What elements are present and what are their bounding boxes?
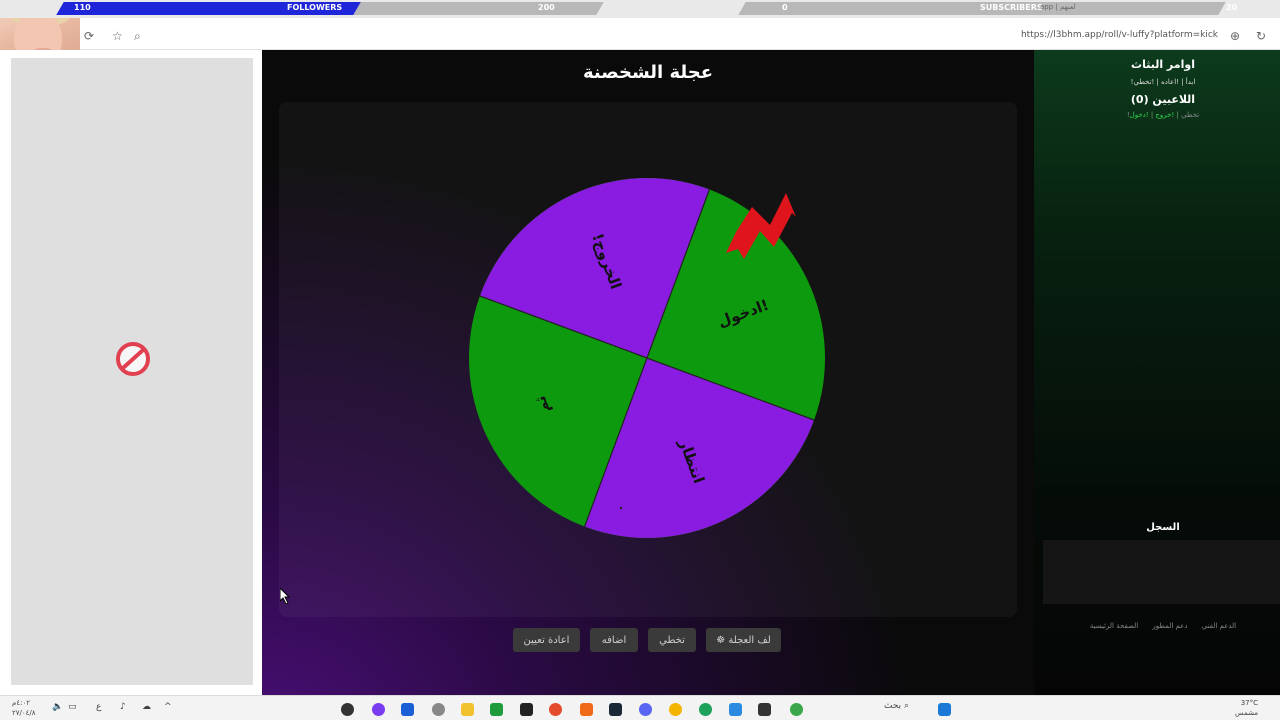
- spin-wheel-button[interactable]: ☸ لف العجلة: [706, 628, 781, 652]
- browser-toolbar: ⟳ ☆ ⌕ https://l3bhm.app/roll/v-luffy?pla…: [80, 22, 1280, 50]
- lock-icon[interactable]: ⊕: [1230, 29, 1240, 43]
- log-box: [1043, 540, 1280, 604]
- followers-label: FOLLOWERS: [287, 3, 343, 12]
- subscribers-label: SUBSCRIBERS: [980, 3, 1043, 12]
- subscribers-current: 0: [782, 3, 788, 12]
- search-icon: ⌕: [904, 701, 910, 711]
- mouse-cursor-icon: [280, 588, 291, 604]
- app-icon-7[interactable]: [758, 703, 771, 716]
- enter-command: !دخول: [1129, 111, 1149, 119]
- app-icon-5[interactable]: [669, 703, 682, 716]
- support-link[interactable]: الدعم الفني: [1202, 622, 1236, 630]
- reset-button[interactable]: اعادة تعيين: [513, 628, 580, 652]
- discord-icon[interactable]: [639, 703, 652, 716]
- star-icon[interactable]: ☆: [112, 29, 123, 43]
- tray-clock-time: ٤:٠٢م: [12, 699, 30, 707]
- no-entry-icon: [116, 342, 150, 376]
- control-buttons: ☸ لف العجلة تخطي اضافه اعادة تعيين: [262, 628, 1034, 654]
- windows-start-icon[interactable]: [938, 703, 951, 716]
- chrome-icon[interactable]: [549, 703, 562, 716]
- app-icon-3[interactable]: [401, 703, 414, 716]
- player-commands: !تخطي | !خروج | !دخول: [1126, 111, 1200, 119]
- panel-footer: الدعم الفني دعم المطور الصفحة الرئيسية: [1034, 622, 1280, 630]
- add-button[interactable]: اضافه: [590, 628, 638, 652]
- skip-button[interactable]: تخطي: [648, 628, 696, 652]
- edge-icon[interactable]: [699, 703, 712, 716]
- home-link[interactable]: الصفحة الرئيسية: [1090, 622, 1138, 630]
- volume-icon[interactable]: 🔈: [52, 702, 63, 712]
- stream-goal-bar: 110 FOLLOWERS 200 0 SUBSCRIBERS 20 app |…: [0, 0, 1280, 18]
- followers-goal: 200: [538, 3, 555, 12]
- mic-icon[interactable]: ♪: [120, 702, 126, 712]
- panel-heading: اوامر البثاث: [1131, 58, 1195, 71]
- commands-panel: اوامر البثاث !ابدأ | !اعاده | !تخطي اللا…: [1034, 50, 1280, 695]
- app-icon-6[interactable]: [729, 703, 742, 716]
- app-icon-1[interactable]: [341, 703, 354, 716]
- settings-icon[interactable]: [432, 703, 445, 716]
- developer-link[interactable]: دعم المطور: [1152, 622, 1187, 630]
- language-icon[interactable]: ع: [96, 702, 101, 712]
- reload-icon[interactable]: ↻: [1256, 29, 1266, 43]
- folder-icon[interactable]: [461, 703, 474, 716]
- spin-wheel[interactable]: ادخول! انتظار ثم !الخروج: [468, 177, 826, 539]
- app-icon-8[interactable]: [790, 703, 803, 716]
- display-icon[interactable]: ▭: [68, 702, 77, 712]
- log-title: السجل: [1146, 522, 1180, 533]
- wheel-app: عجلة الشخصنة ادخول! انتظار ثم !الخروج ☸ …: [262, 50, 1034, 695]
- weather-temp: 37°C: [1240, 699, 1258, 707]
- epic-icon[interactable]: [520, 703, 533, 716]
- exit-command: !خروج: [1155, 111, 1175, 119]
- spin-icon: ☸: [716, 634, 729, 646]
- xbox-icon[interactable]: [490, 703, 503, 716]
- weather-status: مشمس: [1235, 709, 1258, 717]
- app-icon-4[interactable]: [580, 703, 593, 716]
- cloud-icon[interactable]: ☁: [142, 702, 151, 712]
- tray-clock-date: ٢٧/٠٤/٨: [12, 709, 36, 717]
- address-bar[interactable]: https://l3bhm.app/roll/v-luffy?platform=…: [1021, 30, 1218, 40]
- followers-current: 110: [74, 3, 91, 12]
- taskbar-search[interactable]: بحث ⌕: [884, 701, 909, 711]
- search-icon[interactable]: ⌕: [134, 29, 141, 44]
- app-icon-2[interactable]: [372, 703, 385, 716]
- page-title: عجلة الشخصنة: [582, 62, 714, 83]
- taskbar: ٤:٠٢م ٢٧/٠٤/٨ 🔈 ▭ ع ♪ ☁ ^ بحث ⌕ 37°C مشم…: [0, 695, 1280, 720]
- back-icon[interactable]: ⟳: [84, 29, 94, 43]
- players-count: اللاعبين (0): [1130, 93, 1196, 106]
- steam-icon[interactable]: [609, 703, 622, 716]
- browser-tab-title[interactable]: app | لعبهم: [1040, 3, 1076, 11]
- chevron-up-icon[interactable]: ^: [164, 702, 172, 712]
- subscribers-goal: 20: [1226, 3, 1238, 12]
- streamer-commands: !ابدأ | !اعاده | !تخطي: [1130, 78, 1196, 86]
